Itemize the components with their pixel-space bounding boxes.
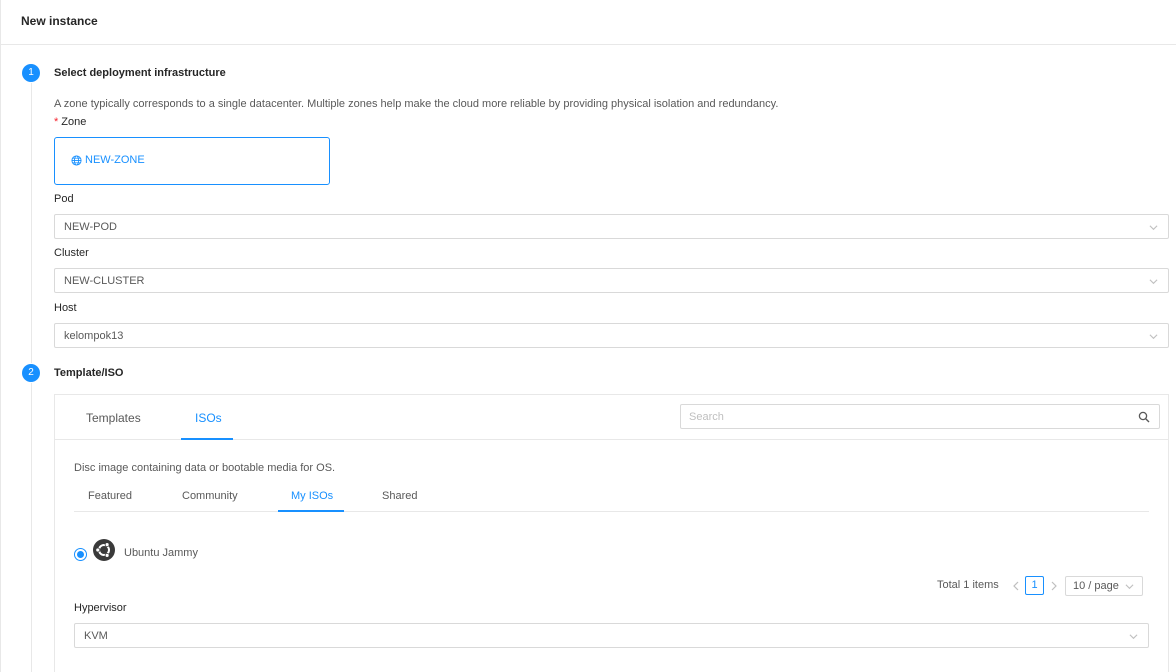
search-input[interactable] [689,409,1129,425]
zone-name: NEW-ZONE [85,154,145,166]
ubuntu-icon [93,539,115,561]
zone-label: * Zone [54,116,86,128]
zone-card-new-zone[interactable]: NEW-ZONE [54,137,330,185]
host-select[interactable]: kelompok13 [54,323,1169,348]
subtab-community[interactable]: Community [182,490,238,502]
page-size-select[interactable]: 10 / page [1065,576,1143,596]
cluster-select-value: NEW-CLUSTER [64,275,145,287]
zone-card-label: NEW-ZONE [71,154,145,166]
zone-description: A zone typically corresponds to a single… [54,98,779,110]
template-iso-card: Templates ISOs Disc image containing dat… [54,394,1169,672]
pod-label: Pod [54,193,74,205]
pagination-current-page[interactable]: 1 [1025,576,1044,595]
step-2-title: Template/ISO [54,367,124,379]
template-iso-tabs: Templates ISOs [55,395,1168,440]
pod-select-value: NEW-POD [64,221,117,233]
new-instance-page: New instance 1 Select deployment infrast… [0,0,1176,672]
pod-select[interactable]: NEW-POD [54,214,1169,239]
subtabs-divider [74,511,1149,512]
chevron-down-icon [1129,634,1138,640]
iso-description: Disc image containing data or bootable m… [74,462,336,474]
hypervisor-label: Hypervisor [74,602,127,614]
host-select-value: kelompok13 [64,330,124,342]
hypervisor-select-value: KVM [84,630,108,642]
tab-isos[interactable]: ISOs [195,411,222,425]
search-icon [1138,411,1150,423]
pagination-total: Total 1 items [937,579,999,591]
chevron-down-icon [1149,279,1158,285]
chevron-down-icon [1125,584,1134,590]
tab-templates[interactable]: Templates [86,411,141,425]
chevron-down-icon [1149,225,1158,231]
host-label: Host [54,302,77,314]
step-2-indicator: 2 [22,364,40,382]
search-box[interactable] [680,404,1160,429]
step-connector-line [31,383,32,672]
chevron-down-icon [1149,334,1158,340]
chevron-left-icon[interactable] [1012,581,1020,591]
required-mark: * [54,116,59,128]
step-1-indicator: 1 [22,64,40,82]
zone-label-text: Zone [61,116,87,128]
step-1-title: Select deployment infrastructure [54,67,226,79]
subtab-featured[interactable]: Featured [88,490,132,502]
subtab-my-isos[interactable]: My ISOs [291,490,333,502]
globe-icon [71,154,82,166]
step-connector-line [31,83,32,363]
chevron-right-icon[interactable] [1050,581,1058,591]
hypervisor-select[interactable]: KVM [74,623,1149,648]
iso-radio[interactable] [74,548,87,561]
page-title: New instance [21,14,98,28]
iso-name: Ubuntu Jammy [124,547,198,559]
cluster-select[interactable]: NEW-CLUSTER [54,268,1169,293]
cluster-label: Cluster [54,247,89,259]
subtab-shared[interactable]: Shared [382,490,417,502]
page-header: New instance [1,0,1176,45]
active-tab-indicator [181,438,233,440]
page-size-value: 10 / page [1073,580,1119,592]
active-subtab-indicator [278,510,344,512]
